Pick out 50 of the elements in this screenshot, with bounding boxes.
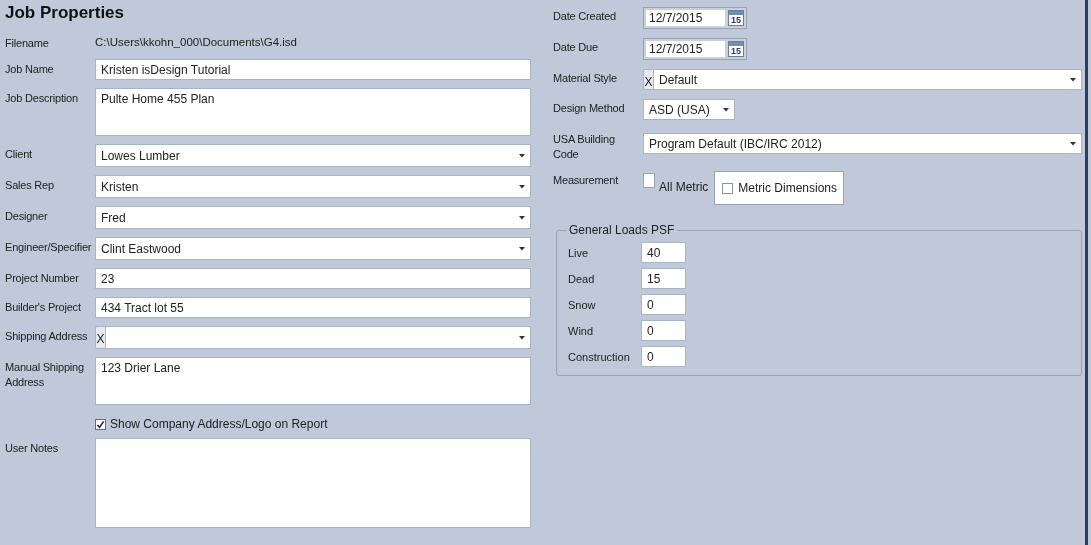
calendar-icon[interactable]: 15 <box>728 41 744 57</box>
field-label: Job Description <box>5 91 79 106</box>
text-field[interactable]: Kristen isDesign Tutorial <box>95 59 531 80</box>
field-label: Client <box>5 147 33 162</box>
dropdown[interactable]: Program Default (IBC/IRC 2012) <box>643 133 1082 154</box>
field-label: Design Method <box>553 101 626 116</box>
number-field[interactable]: 0 <box>641 346 686 367</box>
number-field[interactable]: 0 <box>641 320 686 341</box>
field-label: USA Building Code <box>553 132 616 162</box>
number-field[interactable]: 40 <box>641 242 686 263</box>
field-label: Shipping Address <box>5 329 89 344</box>
field-label: Filename <box>5 36 50 51</box>
field-label: Designer <box>5 209 49 224</box>
text-area[interactable]: Pulte Home 455 Plan <box>95 88 531 136</box>
text-field[interactable]: 434 Tract lot 55 <box>95 297 531 318</box>
dropdown[interactable]: Lowes Lumber <box>95 144 531 167</box>
dropdown[interactable]: Kristen <box>95 175 531 198</box>
field-label: Sales Rep <box>5 178 55 193</box>
date-picker[interactable]: 12/7/2015 15 <box>643 7 747 29</box>
field-label: Live <box>568 246 590 259</box>
field-label: Manual Shipping Address <box>5 360 85 390</box>
field-label: Material Style <box>553 71 618 86</box>
dropdown[interactable]: Fred <box>95 206 531 229</box>
field-label: Date Created <box>553 9 618 24</box>
field-label: Construction <box>568 350 631 363</box>
number-field[interactable]: 0 <box>641 294 686 315</box>
field-label: Measurement <box>553 173 620 188</box>
text-field[interactable]: 23 <box>95 268 531 289</box>
field-label: Dead <box>568 272 596 285</box>
field-label: Wind <box>568 324 595 337</box>
date-picker[interactable]: 12/7/2015 15 <box>643 38 747 60</box>
field-label: User Notes <box>5 441 60 456</box>
text-area[interactable]: 123 Drier Lane <box>95 357 531 405</box>
number-field[interactable]: 15 <box>641 268 686 289</box>
field-label: Engineer/Specifier <box>5 240 93 255</box>
dropdown[interactable]: Default <box>653 69 1082 90</box>
dropdown[interactable]: ASD (USA) <box>643 99 735 120</box>
field-label: Builder's Project <box>5 300 82 315</box>
dropdown[interactable]: Clint Eastwood <box>95 237 531 260</box>
calendar-icon[interactable]: 15 <box>728 10 744 26</box>
group-title: General Loads PSF <box>568 223 676 237</box>
checkbox-label: Metric Dimensions <box>738 181 838 195</box>
field-label: Date Due <box>553 40 599 55</box>
checkbox-label: All Metric <box>659 179 709 194</box>
page-title: Job Properties <box>5 3 126 23</box>
field-label: Snow <box>568 298 597 311</box>
field-label: Job Name <box>5 62 55 77</box>
filename-text: C:\Users\kkohn_000\Documents\G4.isd <box>95 35 297 48</box>
field-label: Project Number <box>5 271 80 286</box>
checkbox-label: Show Company Address/Logo on Report <box>110 417 328 431</box>
